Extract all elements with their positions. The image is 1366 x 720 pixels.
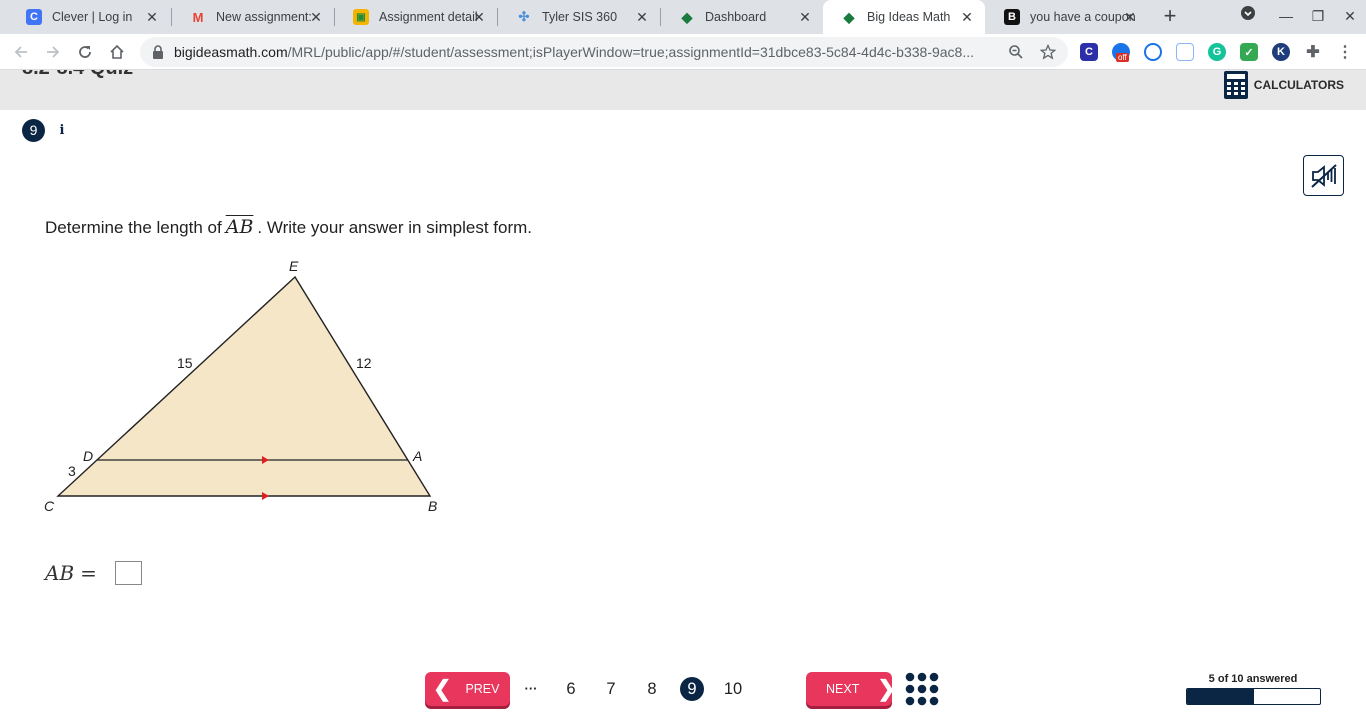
- home-button[interactable]: [104, 39, 130, 65]
- tab-tyler-sis[interactable]: ✣ Tyler SIS 360 ✕: [498, 0, 660, 34]
- answer-label: AB =: [45, 561, 97, 585]
- vertex-label-a: A: [412, 448, 422, 464]
- bookmark-star-icon[interactable]: [1040, 44, 1056, 60]
- answer-input[interactable]: [114, 561, 142, 585]
- tab-dashboard[interactable]: ◆ Dashboard ✕: [661, 0, 823, 34]
- tab-classroom[interactable]: ▣ Assignment detail ✕: [335, 0, 497, 34]
- progress-fill: [1187, 689, 1254, 704]
- extension-pen-icon[interactable]: [1176, 43, 1194, 61]
- extension-k-icon[interactable]: K: [1272, 43, 1290, 61]
- reload-button[interactable]: [72, 39, 98, 65]
- page-ellipsis[interactable]: ···: [519, 677, 543, 701]
- forward-button[interactable]: [40, 39, 66, 65]
- prev-button[interactable]: ❮ PREV: [425, 672, 510, 706]
- restore-icon[interactable]: ❐: [1304, 4, 1332, 28]
- close-window-icon[interactable]: ✕: [1336, 4, 1364, 28]
- extension-check-icon[interactable]: ✓: [1240, 43, 1258, 61]
- vertex-label-e: E: [289, 258, 299, 274]
- question-prompt: Determine the length of AB. Write your an…: [45, 216, 532, 238]
- info-icon[interactable]: i: [55, 123, 69, 139]
- audio-toggle-button[interactable]: [1303, 155, 1344, 196]
- next-button[interactable]: NEXT ❯: [806, 672, 896, 706]
- vertex-label-b: B: [428, 498, 437, 514]
- side-label-ed: 15: [177, 355, 193, 371]
- back-button[interactable]: [8, 39, 34, 65]
- close-icon[interactable]: ✕: [471, 9, 487, 25]
- minimize-icon[interactable]: —: [1272, 4, 1300, 28]
- close-icon[interactable]: ✕: [1122, 9, 1138, 25]
- b-icon: B: [1004, 9, 1020, 25]
- close-icon[interactable]: ✕: [797, 9, 813, 25]
- browser-toolbar: bigideasmath.com/MRL/public/app/#/studen…: [0, 34, 1366, 70]
- kebab-menu-icon[interactable]: ⋮: [1336, 43, 1354, 61]
- progress-bar: [1186, 688, 1321, 705]
- page-item-6[interactable]: 6: [559, 677, 583, 701]
- calculator-icon: [1223, 71, 1248, 99]
- calculators-label: CALCULATORS: [1253, 78, 1344, 92]
- triangle-ecb: [56, 275, 432, 497]
- prev-label: PREV: [465, 682, 500, 696]
- quiz-title: 8.2-8.4 Quiz: [22, 70, 133, 80]
- home-icon: [110, 44, 124, 59]
- close-icon[interactable]: ✕: [308, 9, 324, 25]
- side-label-ea: 12: [356, 355, 372, 371]
- forward-arrow-icon: [47, 46, 60, 58]
- bigideas-icon: ◆: [843, 8, 855, 25]
- triangle-figure: E D A C B 15 12 3: [44, 258, 437, 514]
- chevron-right-icon: ❯: [877, 676, 896, 701]
- classroom-icon: ▣: [353, 9, 369, 25]
- calculators-button[interactable]: CALCULATORS: [1223, 70, 1344, 100]
- progress-text: 5 of 10 answered: [1208, 673, 1298, 685]
- chevron-left-icon: ❮: [433, 676, 452, 701]
- tab-big-ideas-math[interactable]: ◆ Big Ideas Math ✕: [823, 0, 985, 34]
- gmail-icon: M: [192, 9, 204, 25]
- tyler-icon: ✣: [518, 9, 530, 24]
- url-text: bigideasmath.com/MRL/public/app/#/studen…: [174, 44, 975, 60]
- close-icon[interactable]: ✕: [634, 9, 650, 25]
- page-item-7[interactable]: 7: [599, 677, 623, 701]
- zoom-icon[interactable]: [1008, 44, 1024, 60]
- question-number-badge: 9: [22, 119, 45, 142]
- answer-row: AB =: [45, 561, 142, 585]
- extension-target-icon[interactable]: [1144, 43, 1162, 61]
- bigideas-icon: ◆: [681, 8, 693, 25]
- lock-icon: [153, 45, 163, 59]
- browser-tab-bar: C Clever | Log in ✕ M New assignment: ✕ …: [0, 0, 1366, 34]
- question-grid-icon[interactable]: [905, 672, 939, 706]
- extension-badge: off: [1116, 53, 1129, 62]
- address-bar[interactable]: bigideasmath.com/MRL/public/app/#/studen…: [140, 37, 1068, 67]
- close-icon[interactable]: ✕: [959, 9, 975, 25]
- page-item-9[interactable]: 9: [680, 677, 704, 701]
- tab-search-icon[interactable]: [1234, 4, 1262, 28]
- segment-ab: AB: [225, 216, 254, 238]
- close-icon[interactable]: ✕: [144, 9, 160, 25]
- page-item-10[interactable]: 10: [720, 677, 746, 701]
- tab-coupon[interactable]: B you have a coupon ✕: [986, 0, 1148, 34]
- speaker-muted-icon: [1310, 163, 1337, 188]
- vertex-label-c: C: [44, 498, 55, 514]
- vertex-label-d: D: [83, 448, 93, 464]
- extension-c-icon[interactable]: C: [1080, 43, 1098, 61]
- extension-shield-icon[interactable]: off: [1112, 43, 1130, 62]
- assessment-header: 8.2-8.4 Quiz CALCULATORS: [0, 70, 1366, 110]
- new-tab-button[interactable]: +: [1158, 5, 1182, 29]
- next-label: NEXT: [826, 682, 860, 696]
- grammarly-icon[interactable]: G: [1208, 43, 1226, 61]
- extensions-puzzle-icon[interactable]: ✚: [1304, 43, 1322, 61]
- tab-gmail[interactable]: M New assignment: ✕: [172, 0, 334, 34]
- side-label-dc: 3: [68, 463, 76, 479]
- clever-icon: C: [26, 9, 42, 25]
- page-item-8[interactable]: 8: [640, 677, 664, 701]
- reload-icon: [79, 46, 91, 58]
- tab-clever[interactable]: C Clever | Log in ✕: [8, 0, 170, 34]
- back-arrow-icon: [14, 46, 27, 58]
